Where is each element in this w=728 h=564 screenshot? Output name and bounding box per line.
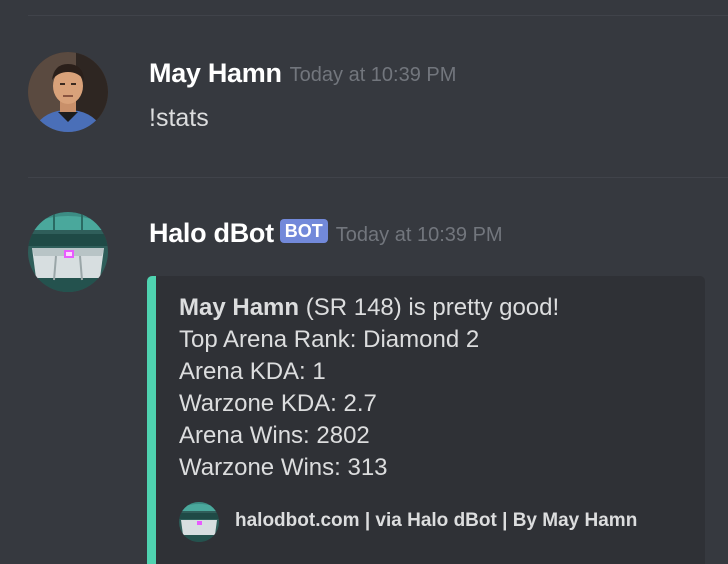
- halo-helmet-icon: [179, 502, 219, 542]
- message-timestamp[interactable]: Today at 10:39 PM: [336, 224, 503, 246]
- bot-tag-badge: BOT: [279, 219, 328, 243]
- stats-embed: May Hamn (SR 148) is pretty good! Top Ar…: [147, 276, 705, 564]
- chat-messages: May Hamn Today at 10:39 PM !stats Halo d…: [0, 0, 728, 564]
- player-name: May Hamn: [179, 294, 300, 321]
- embed-headline: May Hamn (SR 148) is pretty good!: [179, 292, 559, 324]
- user-avatar[interactable]: [28, 52, 108, 132]
- halo-helmet-avatar[interactable]: [28, 212, 108, 292]
- stat-arena-kda: Arena KDA: 1: [179, 358, 326, 385]
- embed-description: May Hamn (SR 148) is pretty good! Top Ar…: [179, 292, 559, 484]
- message-content: !stats: [149, 104, 209, 132]
- message-divider: [28, 15, 728, 16]
- author-name[interactable]: May Hamn: [149, 58, 282, 88]
- headline-text: (SR 148) is pretty good!: [299, 294, 560, 321]
- stat-arena-wins: Arena Wins: 2802: [179, 422, 370, 449]
- message-header: May Hamn Today at 10:39 PM: [149, 56, 456, 90]
- stat-warzone-kda: Warzone KDA: 2.7: [179, 390, 377, 417]
- message-timestamp[interactable]: Today at 10:39 PM: [290, 64, 457, 86]
- stat-arena-rank: Top Arena Rank: Diamond 2: [179, 326, 480, 353]
- message-header: Halo dBot BOT Today at 10:39 PM: [149, 216, 503, 250]
- author-name[interactable]: Halo dBot: [149, 218, 274, 248]
- stat-warzone-wins: Warzone Wins: 313: [179, 454, 388, 481]
- embed-footer-text: halodbot.com | via Halo dBot | By May Ha…: [235, 510, 638, 531]
- message-divider: [28, 177, 728, 178]
